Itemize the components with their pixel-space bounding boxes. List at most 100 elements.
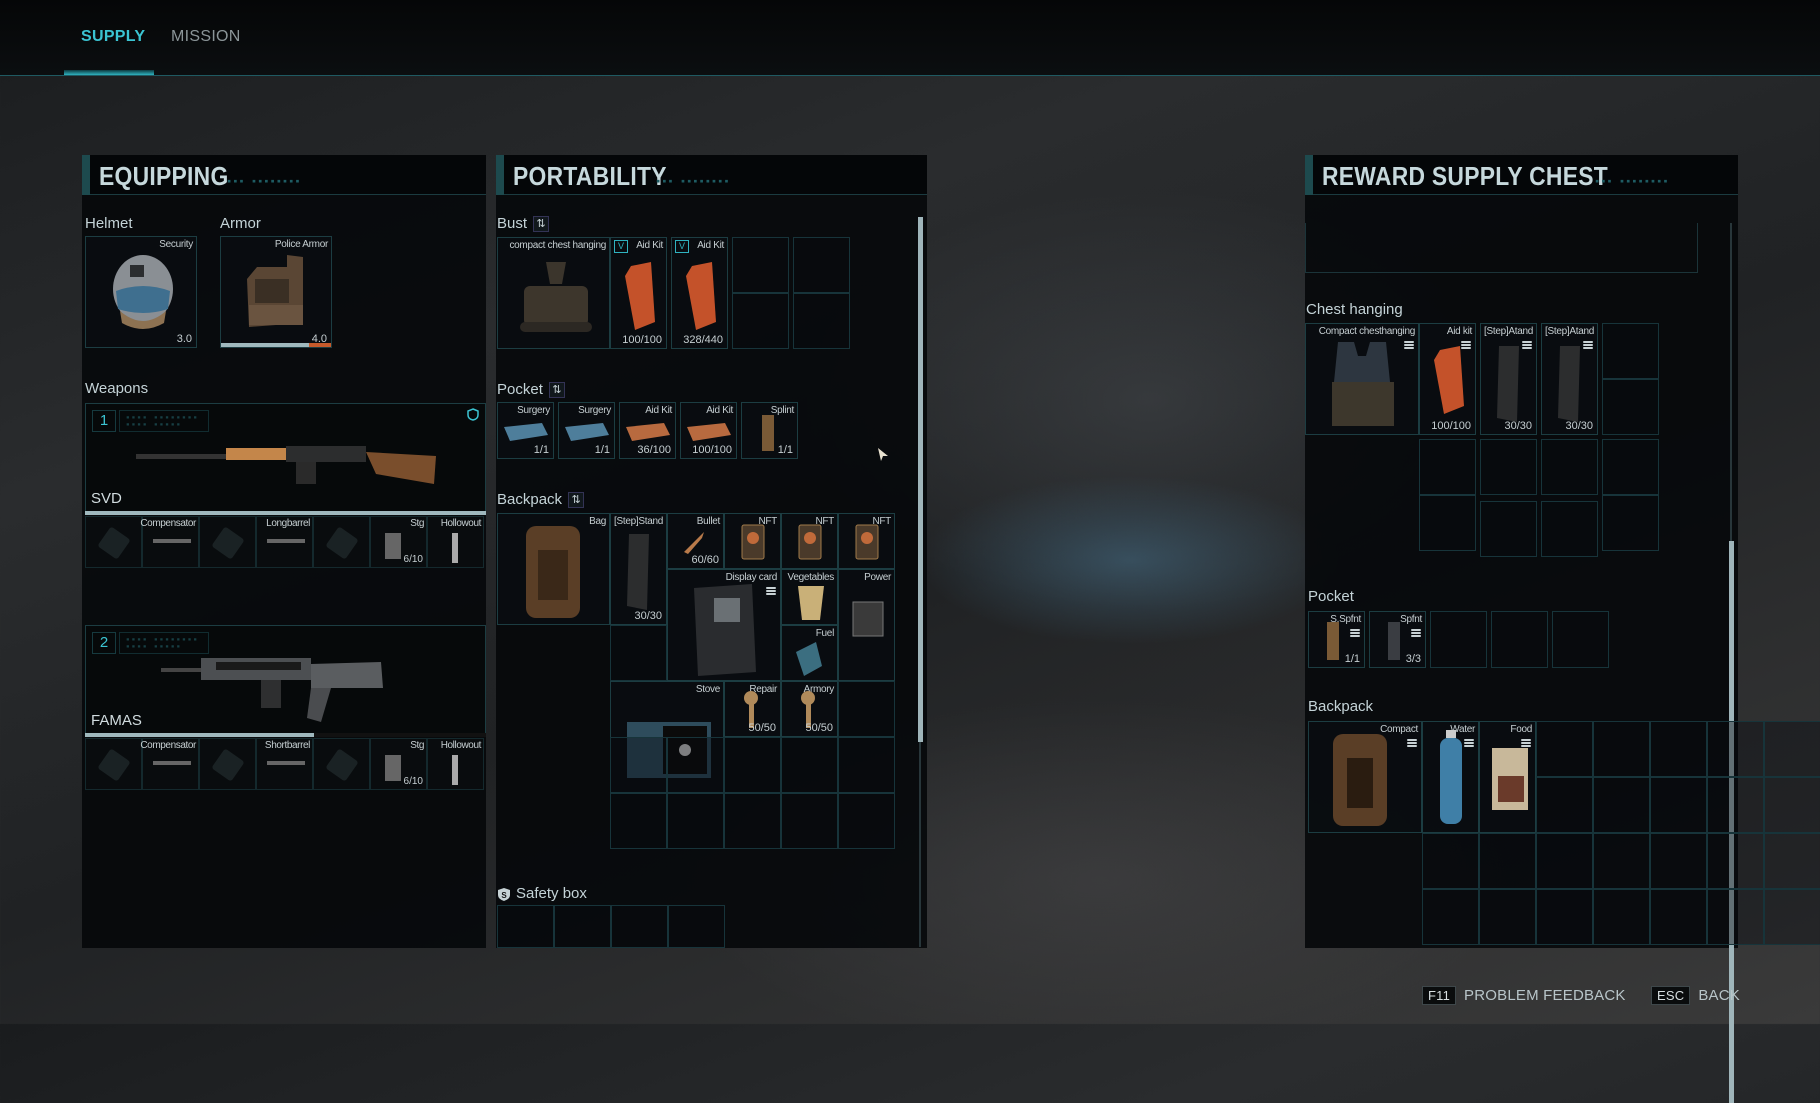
empty-slot[interactable] xyxy=(1552,611,1609,668)
weapon-card-2[interactable]: 2 ▪▪▪▪ ▪▪▪▪▪▪▪▪ ▪▪▪▪ ▪▪▪▪▪ FAMAS xyxy=(85,625,486,735)
empty-attachment-slot[interactable] xyxy=(313,738,370,790)
pocket-item-slot[interactable]: Aid Kit 36/100 xyxy=(619,402,676,459)
empty-slot[interactable] xyxy=(1602,439,1659,495)
empty-slot[interactable] xyxy=(1707,833,1764,889)
tab-supply[interactable]: SUPPLY xyxy=(81,28,145,46)
empty-slot[interactable] xyxy=(793,293,850,349)
sort-icon[interactable]: ⇅ xyxy=(548,382,565,399)
empty-slot[interactable] xyxy=(1422,833,1479,889)
empty-slot[interactable] xyxy=(1764,833,1820,889)
empty-slot[interactable] xyxy=(1491,611,1548,668)
empty-slot[interactable] xyxy=(1602,379,1659,435)
empty-slot[interactable] xyxy=(1593,777,1650,833)
pocket-item-slot[interactable]: Splint 1/1 xyxy=(741,402,798,459)
power-slot[interactable]: Power xyxy=(838,569,895,681)
empty-slot[interactable] xyxy=(732,237,789,293)
problem-feedback-button[interactable]: F11 PROBLEM FEEDBACK xyxy=(1422,986,1626,1005)
armor-slot[interactable]: Police Armor 4.0 xyxy=(220,236,332,348)
reward-magazine-slot[interactable]: [Step]Atand 30/30 xyxy=(1480,323,1537,435)
empty-slot[interactable] xyxy=(1479,833,1536,889)
pocket-item-slot[interactable]: Surgery 1/1 xyxy=(497,402,554,459)
empty-slot[interactable] xyxy=(1479,889,1536,945)
helmet-slot[interactable]: Security 3.0 xyxy=(85,236,197,348)
food-slot[interactable]: Food xyxy=(1479,721,1536,833)
empty-slot[interactable] xyxy=(1480,501,1537,557)
empty-slot[interactable] xyxy=(1764,889,1820,945)
empty-slot[interactable] xyxy=(724,737,781,793)
empty-slot[interactable] xyxy=(1541,501,1598,557)
empty-slot[interactable] xyxy=(1536,777,1593,833)
attachment-slot[interactable]: Shortbarrel xyxy=(256,738,313,790)
empty-slot[interactable] xyxy=(1541,439,1598,495)
empty-slot[interactable] xyxy=(1764,721,1820,777)
empty-slot[interactable] xyxy=(1593,833,1650,889)
empty-slot[interactable] xyxy=(667,793,724,849)
empty-slot[interactable] xyxy=(1536,721,1593,777)
weapon-card-1[interactable]: 1 ▪▪▪▪ ▪▪▪▪▪▪▪▪ ▪▪▪▪ ▪▪▪▪▪ SVD xyxy=(85,403,486,513)
empty-slot[interactable] xyxy=(1480,439,1537,495)
empty-slot[interactable] xyxy=(610,793,667,849)
empty-slot[interactable] xyxy=(1650,889,1707,945)
attachment-slot[interactable]: Hollowout xyxy=(427,738,484,790)
attachment-slot[interactable]: Longbarrel xyxy=(256,516,313,568)
empty-slot[interactable] xyxy=(554,905,611,948)
attachment-slot[interactable]: Stg 6/10 xyxy=(370,516,427,568)
empty-slot[interactable] xyxy=(1650,833,1707,889)
empty-slot[interactable] xyxy=(1707,777,1764,833)
magazine-slot[interactable]: [Step]Stand 30/30 xyxy=(610,513,667,625)
empty-slot[interactable] xyxy=(1602,495,1659,551)
bust-chest-rig-slot[interactable]: compact chest hanging xyxy=(497,237,610,349)
empty-slot[interactable] xyxy=(1419,439,1476,495)
reward-backpack-bag-slot[interactable]: Compact xyxy=(1308,721,1422,833)
bust-aidkit-slot[interactable]: V Aid Kit 328/440 xyxy=(671,237,728,349)
nft-card-slot[interactable]: NFT xyxy=(781,513,838,569)
empty-attachment-slot[interactable] xyxy=(85,516,142,568)
attachment-slot[interactable]: Compensator xyxy=(140,738,199,790)
reward-pocket-slot[interactable]: Spfnt 3/3 xyxy=(1369,611,1426,668)
water-slot[interactable]: Water xyxy=(1422,721,1479,833)
empty-slot[interactable] xyxy=(1593,721,1650,777)
tab-mission[interactable]: MISSION xyxy=(171,28,241,46)
empty-slot[interactable] xyxy=(1764,777,1820,833)
empty-attachment-slot[interactable] xyxy=(199,516,256,568)
pocket-item-slot[interactable]: Aid Kit 100/100 xyxy=(680,402,737,459)
backpack-bag-slot[interactable]: Bag xyxy=(497,513,610,625)
bust-aidkit-slot[interactable]: V Aid Kit 100/100 xyxy=(610,237,667,349)
bullet-slot[interactable]: Bullet 60/60 xyxy=(667,513,724,569)
sort-icon[interactable]: ⇅ xyxy=(568,492,585,509)
empty-slot[interactable] xyxy=(668,905,725,948)
empty-slot[interactable] xyxy=(611,905,668,948)
empty-attachment-slot[interactable] xyxy=(313,516,370,568)
reward-magazine-slot[interactable]: [Step]Atand 30/30 xyxy=(1541,323,1598,435)
scrollbar-thumb[interactable] xyxy=(918,217,923,742)
empty-slot[interactable] xyxy=(610,625,667,681)
empty-slot[interactable] xyxy=(1422,889,1479,945)
empty-slot[interactable] xyxy=(732,293,789,349)
empty-slot[interactable] xyxy=(1707,889,1764,945)
empty-slot[interactable] xyxy=(793,237,850,293)
empty-slot[interactable] xyxy=(781,737,838,793)
empty-slot[interactable] xyxy=(610,737,667,793)
pocket-item-slot[interactable]: Surgery 1/1 xyxy=(558,402,615,459)
reward-chest-rig-slot[interactable]: Compact chesthanging xyxy=(1305,323,1419,435)
nft-card-slot[interactable]: NFT xyxy=(838,513,895,569)
fuel-slot[interactable]: Fuel xyxy=(781,625,838,681)
empty-slot[interactable] xyxy=(1650,721,1707,777)
empty-slot[interactable] xyxy=(838,793,895,849)
attachment-slot[interactable]: Compensator xyxy=(140,516,199,568)
empty-slot[interactable] xyxy=(1593,889,1650,945)
empty-slot[interactable] xyxy=(1602,323,1659,379)
key-slot[interactable]: Repair 50/50 xyxy=(724,681,781,737)
vegetables-slot[interactable]: Vegetables xyxy=(781,569,838,625)
back-button[interactable]: ESC BACK xyxy=(1651,986,1740,1005)
empty-slot[interactable] xyxy=(838,737,895,793)
empty-attachment-slot[interactable] xyxy=(199,738,256,790)
reward-pocket-slot[interactable]: S.Spfnt 1/1 xyxy=(1308,611,1365,668)
display-card-slot[interactable]: Display card xyxy=(667,569,781,681)
empty-slot[interactable] xyxy=(1536,889,1593,945)
attachment-slot[interactable]: Hollowout xyxy=(427,516,484,568)
attachment-slot[interactable]: Stg 6/10 xyxy=(370,738,427,790)
empty-slot[interactable] xyxy=(1650,777,1707,833)
sort-icon[interactable]: ⇅ xyxy=(533,216,550,233)
empty-slot[interactable] xyxy=(1419,495,1476,551)
